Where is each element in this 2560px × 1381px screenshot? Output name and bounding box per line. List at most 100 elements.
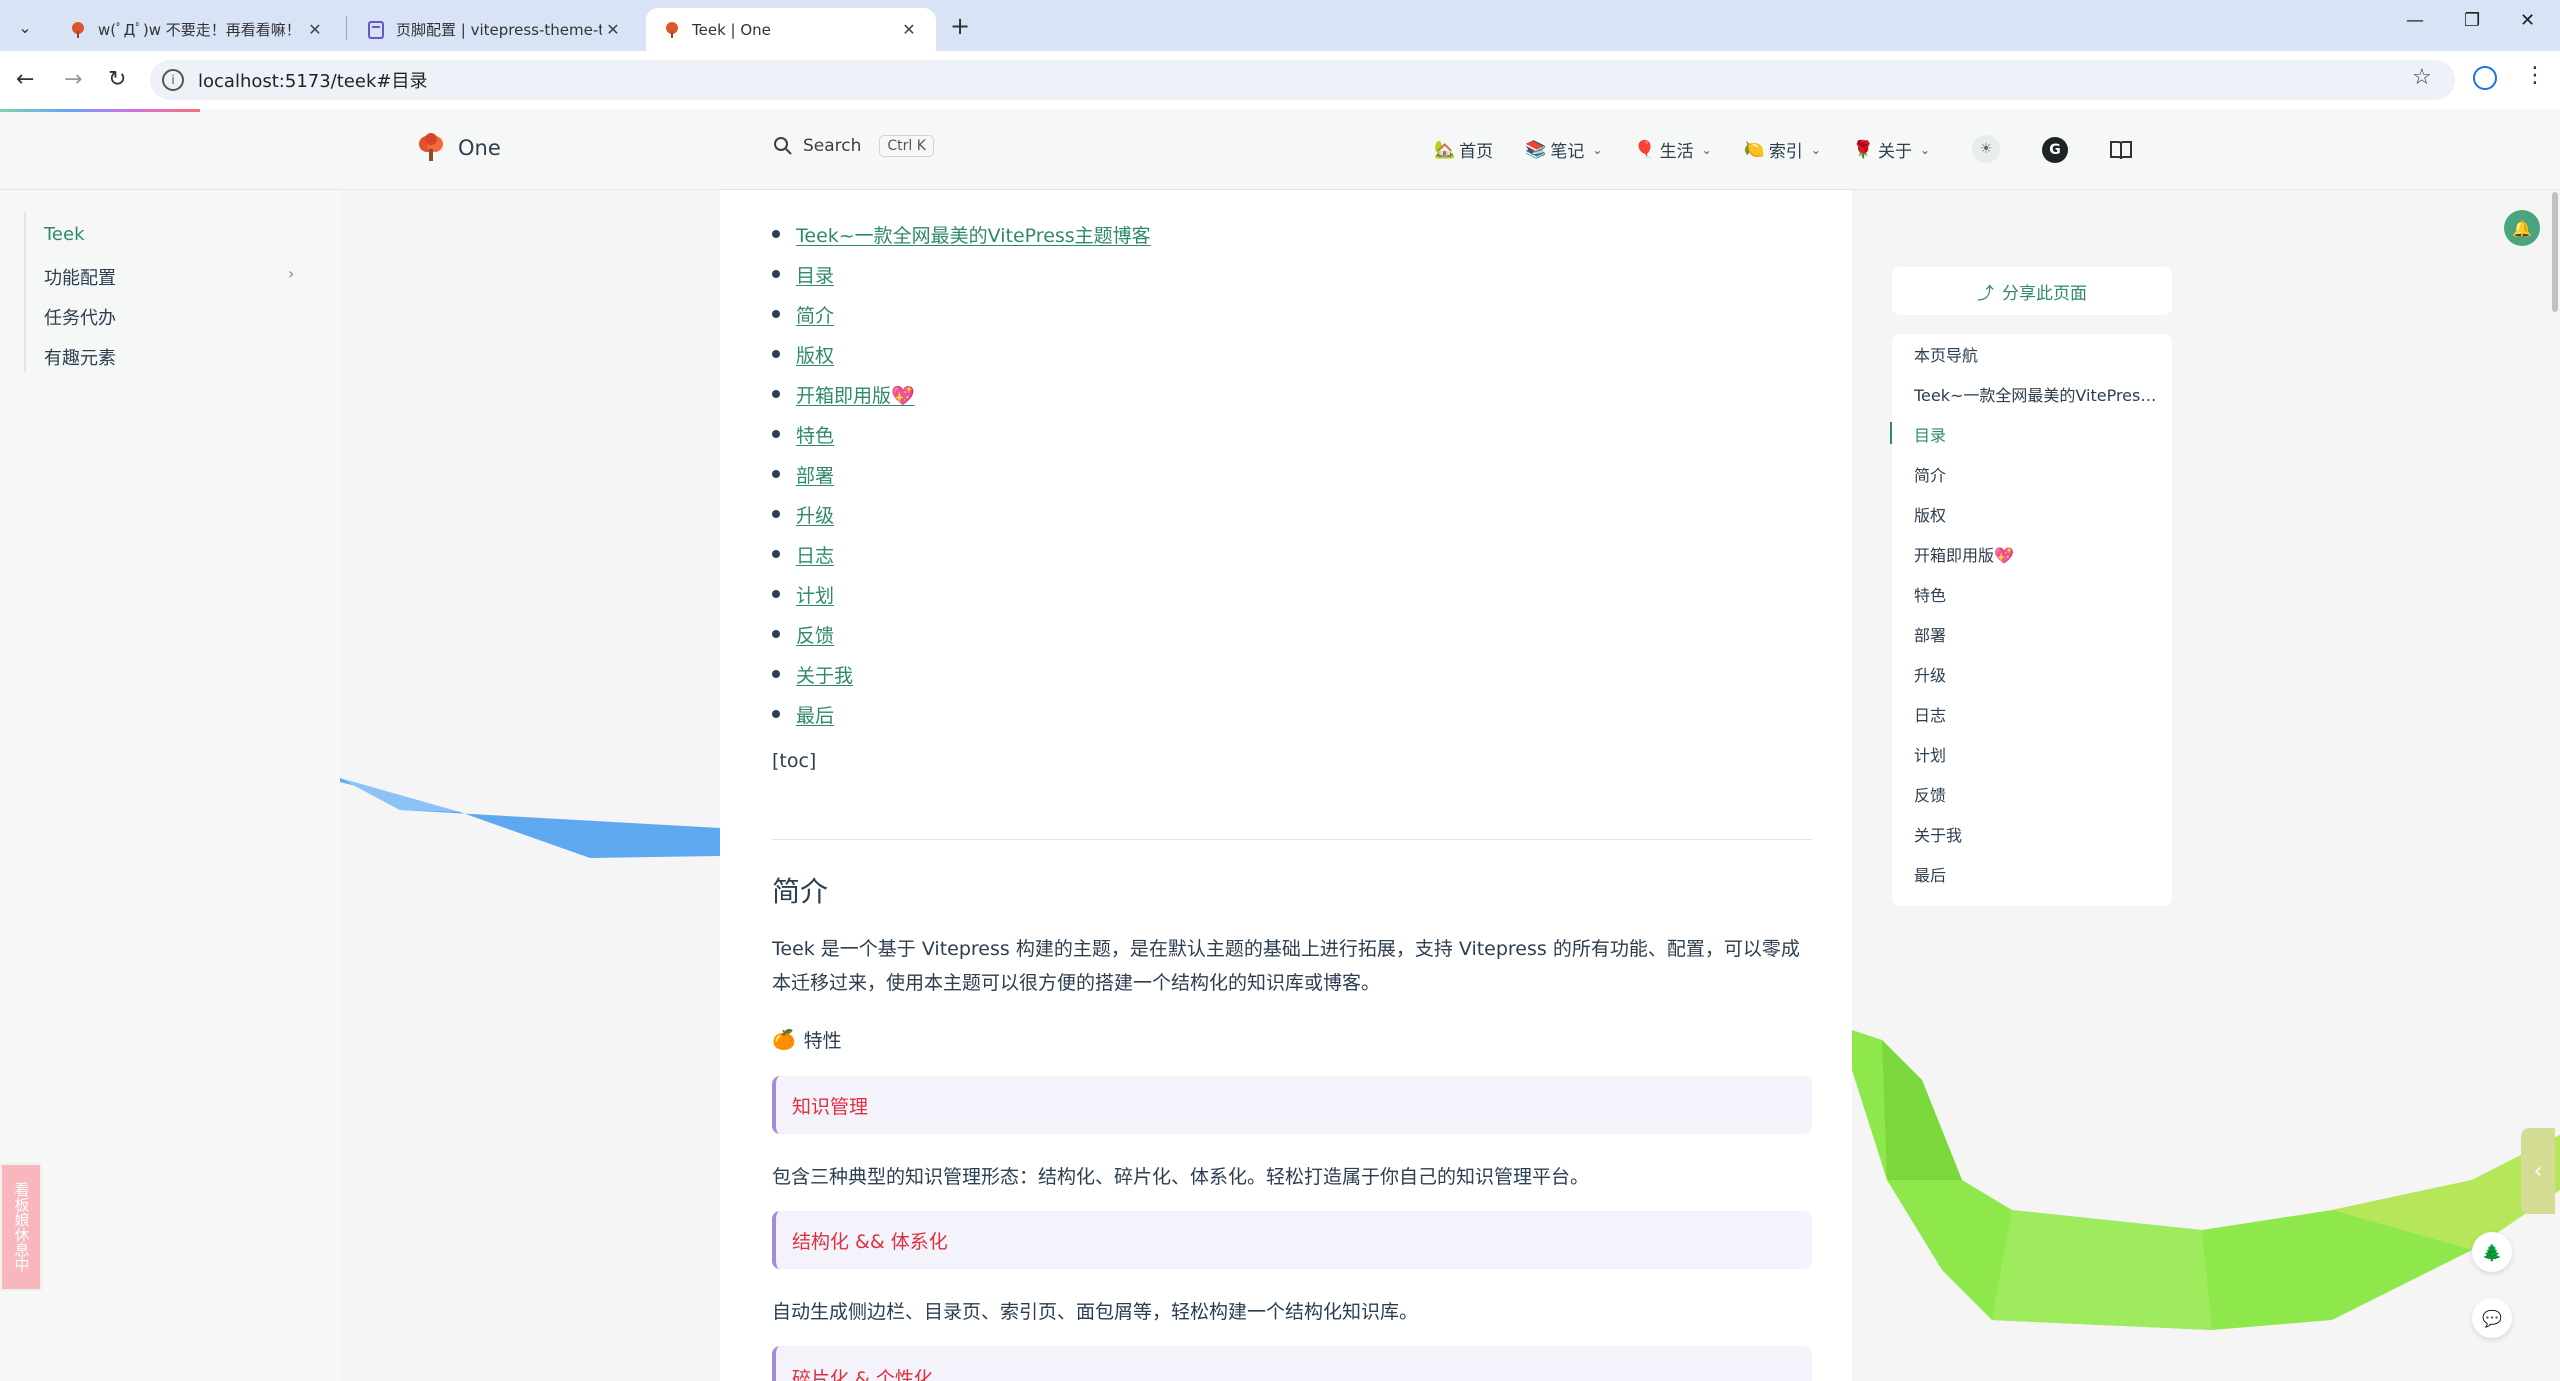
outline-active-indicator — [1890, 422, 1892, 444]
list-item: 最后 — [772, 694, 1151, 734]
forward-arrow-icon[interactable]: → — [64, 67, 82, 92]
nav-label: 首页 — [1459, 142, 1494, 162]
book-reading-mode-icon[interactable] — [2106, 135, 2136, 165]
window-close-icon[interactable]: ✕ — [2520, 10, 2535, 31]
outline-title: 本页导航 — [1914, 346, 1979, 365]
profile-avatar-icon[interactable] — [2473, 66, 2497, 90]
nav-item-notes[interactable]: 📚 笔记 ⌄ — [1525, 137, 1602, 163]
browser-tab-3-active[interactable]: Teek | One ✕ — [646, 8, 936, 51]
nav-item-about[interactable]: 🌹 关于 ⌄ — [1853, 137, 1930, 163]
toc-link[interactable]: 开箱即用版💖 — [796, 381, 915, 408]
sidebar-item-todo[interactable]: 任务代办 — [44, 304, 116, 330]
toc-link[interactable]: 计划 — [796, 581, 834, 608]
outline-link[interactable]: 计划 — [1914, 742, 2164, 766]
decorative-ribbon-left — [340, 190, 720, 1381]
browser-tab-1[interactable]: w(ﾟДﾟ)w 不要走！再看看嘛！ ✕ — [52, 8, 342, 51]
outline-link[interactable]: 反馈 — [1914, 782, 2164, 806]
toc-link[interactable]: 升级 — [796, 501, 834, 528]
share-icon: ⤴ — [1977, 283, 1994, 304]
mascot-rest-tab[interactable]: 看板娘休息中 — [0, 1163, 42, 1291]
tree-float-button-icon[interactable]: 🌲 — [2472, 1232, 2512, 1272]
toc-link[interactable]: 反馈 — [796, 621, 834, 648]
search-button[interactable]: Search Ctrl K — [773, 135, 934, 157]
close-icon[interactable]: ✕ — [304, 20, 326, 39]
outline-link[interactable]: 特色 — [1914, 582, 2164, 606]
toc-link[interactable]: 日志 — [796, 541, 834, 568]
github-mark: G — [2042, 137, 2068, 163]
toc-link[interactable]: 关于我 — [796, 661, 853, 688]
notification-bell-icon[interactable]: 🔔 — [2504, 210, 2540, 246]
outline-link-active[interactable]: 目录 — [1914, 422, 2164, 446]
callout-title: 结构化 && 体系化 — [792, 1230, 948, 1253]
toc-link[interactable]: 部署 — [796, 461, 834, 488]
new-tab-button[interactable]: + — [950, 12, 970, 40]
back-arrow-icon[interactable]: ← — [16, 67, 34, 92]
sidebar-divider — [24, 212, 26, 372]
list-item: 开箱即用版💖 — [772, 374, 1151, 414]
chevron-right-icon[interactable]: › — [288, 264, 294, 283]
outline-link[interactable]: 关于我 — [1914, 822, 2164, 846]
github-icon[interactable]: G — [2040, 135, 2070, 165]
outline-link[interactable]: Teek~一款全网最美的VitePress主题博客 — [1914, 382, 2164, 406]
side-drawer-chevron-left-icon[interactable]: ‹ — [2521, 1128, 2555, 1214]
address-bar[interactable]: i localhost:5173/teek#目录 — [150, 60, 2455, 100]
toc-link[interactable]: Teek~一款全网最美的VitePress主题博客 — [796, 221, 1151, 248]
list-item: 日志 — [772, 534, 1151, 574]
site-info-icon[interactable]: i — [162, 69, 184, 91]
page-scrollbar[interactable] — [2552, 192, 2558, 312]
outline-link[interactable]: 部署 — [1914, 622, 2164, 646]
tree-favicon-icon — [662, 20, 682, 40]
theme-toggle-sun-icon[interactable]: ☀ — [1972, 135, 2000, 163]
comment-float-button-icon[interactable]: 💬 — [2472, 1298, 2512, 1338]
tab-title: 页脚配置 | vitepress-theme-te — [396, 21, 602, 39]
features-label: 特性 — [803, 1030, 842, 1052]
list-item: 简介 — [772, 294, 1151, 334]
share-page-button[interactable]: ⤴ 分享此页面 — [1892, 267, 2172, 315]
outline-link[interactable]: 升级 — [1914, 662, 2164, 686]
tab-title: Teek | One — [692, 20, 771, 39]
list-item: Teek~一款全网最美的VitePress主题博客 — [772, 214, 1151, 254]
list-item: 部署 — [772, 454, 1151, 494]
toc-link[interactable]: 特色 — [796, 421, 834, 448]
nav-item-life[interactable]: 🎈 生活 ⌄ — [1634, 137, 1711, 163]
list-item: 版权 — [772, 334, 1151, 374]
tree-logo-icon — [419, 133, 443, 161]
section-heading: 简介 — [772, 875, 829, 908]
outline-link[interactable]: 日志 — [1914, 702, 2164, 726]
list-item: 关于我 — [772, 654, 1151, 694]
nav-item-home[interactable]: 🏡 首页 — [1434, 137, 1494, 163]
sidebar-item-fun[interactable]: 有趣元素 — [44, 344, 116, 370]
outline-link[interactable]: 开箱即用版💖 — [1914, 542, 2164, 566]
nav-item-index[interactable]: 🍋 索引 ⌄ — [1743, 137, 1821, 163]
close-icon[interactable]: ✕ — [602, 20, 624, 39]
list-item: 升级 — [772, 494, 1151, 534]
table-of-contents: Teek~一款全网最美的VitePress主题博客 目录 简介 版权 开箱即用版… — [772, 214, 1151, 734]
toc-link[interactable]: 简介 — [796, 301, 834, 328]
toc-link[interactable]: 最后 — [796, 701, 834, 728]
minimize-icon[interactable]: — — [2406, 10, 2424, 31]
nav-label: 生活 — [1659, 142, 1694, 162]
restore-icon[interactable]: ❐ — [2464, 10, 2480, 31]
house-icon: 🏡 — [1434, 139, 1456, 160]
sidebar-item-feature-config[interactable]: 功能配置 — [44, 264, 116, 290]
site-logo[interactable]: One — [416, 133, 501, 163]
intro-paragraph: Teek 是一个基于 Vitepress 构建的主题，是在默认主题的基础上进行拓… — [772, 938, 1800, 994]
lemon-icon: 🍋 — [1743, 139, 1765, 160]
reload-icon[interactable]: ↻ — [108, 67, 126, 92]
outline-link[interactable]: 最后 — [1914, 862, 2164, 886]
nav-label: 关于 — [1878, 142, 1913, 162]
tab-search-chevron-icon[interactable]: ⌄ — [10, 12, 40, 42]
bookmark-star-icon[interactable]: ☆ — [2412, 65, 2432, 90]
outline-link[interactable]: 简介 — [1914, 462, 2164, 486]
sidebar-item-teek[interactable]: Teek — [44, 224, 85, 245]
outline-link[interactable]: 版权 — [1914, 502, 2164, 526]
browser-tab-2[interactable]: 页脚配置 | vitepress-theme-te ✕ — [350, 8, 640, 51]
close-icon[interactable]: ✕ — [898, 20, 920, 39]
toc-link[interactable]: 目录 — [796, 261, 834, 288]
main-content: Teek~一款全网最美的VitePress主题博客 目录 简介 版权 开箱即用版… — [720, 190, 1852, 1381]
search-icon — [774, 137, 792, 155]
site-title: One — [458, 136, 501, 160]
divider — [772, 839, 1812, 840]
toc-link[interactable]: 版权 — [796, 341, 834, 368]
browser-menu-icon[interactable]: ⋮ — [2524, 63, 2546, 88]
